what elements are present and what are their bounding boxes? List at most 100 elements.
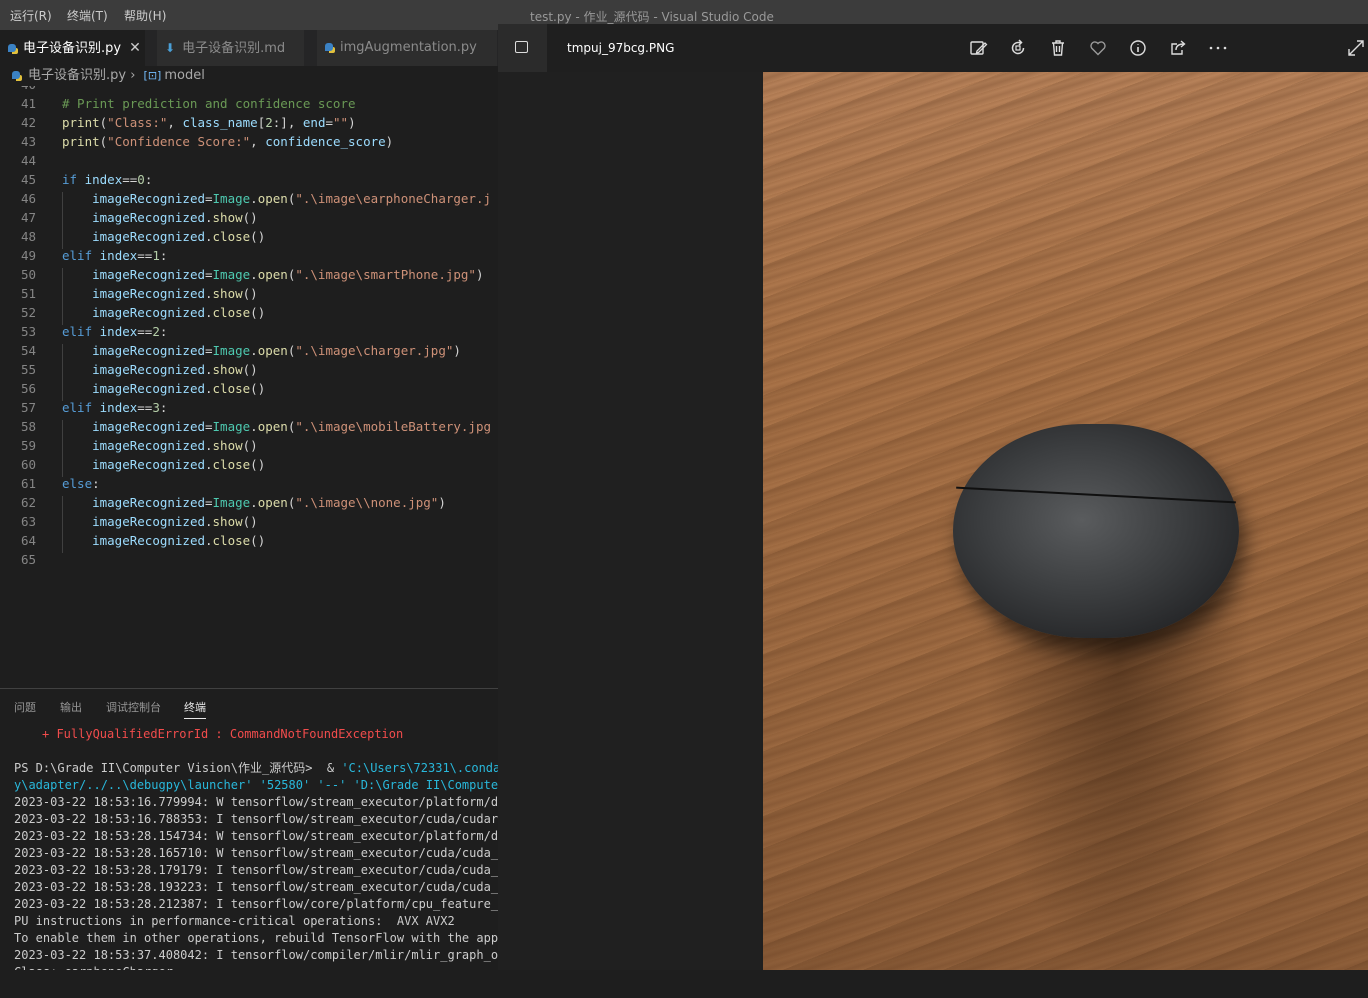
code-text: imageRecognized.close() <box>92 381 266 396</box>
line-number: 58 <box>20 419 36 434</box>
code-line[interactable]: 62 imageRecognized=Image.open(".\image\\… <box>0 493 498 512</box>
code-text: imageRecognized=Image.open(".\image\\non… <box>92 495 446 510</box>
code-line[interactable]: 63 imageRecognized.show() <box>0 512 498 531</box>
image-gallery-icon <box>515 41 528 53</box>
python-file-icon <box>12 71 20 79</box>
code-text: imageRecognized=Image.open(".\image\char… <box>92 343 461 358</box>
code-line[interactable]: 52 imageRecognized.close() <box>0 303 498 322</box>
bottom-panel: 问题 输出 调试控制台 终端 + FullyQualifiedErrorId :… <box>0 688 498 998</box>
code-editor[interactable]: 40 41 # Print prediction and confidence sc… <box>0 86 498 686</box>
code-text: imageRecognized.show() <box>92 362 258 377</box>
code-text: else: <box>62 476 100 491</box>
tab-debug-console[interactable]: 调试控制台 <box>106 699 161 715</box>
code-line[interactable]: 40 <box>0 86 498 94</box>
code-text: imageRecognized=Image.open(".\image\smar… <box>92 267 484 282</box>
tab-electronic-device-py[interactable]: 电子设备识别.py ✕ <box>0 30 146 66</box>
menu-help[interactable]: 帮助(H) <box>124 7 166 24</box>
tab-img-augmentation[interactable]: imgAugmentation.py <box>317 30 498 66</box>
tab-output[interactable]: 输出 <box>60 699 82 715</box>
delete-icon[interactable] <box>1048 38 1068 58</box>
code-line[interactable]: 42 print("Class:", class_name[2:], end=""… <box>0 113 498 132</box>
code-line[interactable]: 49 elif index==1: <box>0 246 498 265</box>
code-line[interactable]: 46 imageRecognized=Image.open(".\image\e… <box>0 189 498 208</box>
menu-run[interactable]: 运行(R) <box>10 7 52 24</box>
code-line[interactable]: 55 imageRecognized.show() <box>0 360 498 379</box>
gallery-button[interactable] <box>498 24 547 72</box>
code-line[interactable]: 48 imageRecognized.close() <box>0 227 498 246</box>
tab-terminal[interactable]: 终端 <box>184 699 206 719</box>
line-number: 47 <box>20 210 36 225</box>
edit-image-icon[interactable] <box>968 38 988 58</box>
code-line[interactable]: 53 elif index==2: <box>0 322 498 341</box>
more-options-icon[interactable] <box>1208 38 1228 58</box>
breadcrumb-symbol[interactable]: model <box>164 68 204 83</box>
code-line[interactable]: 45 if index==0: <box>0 170 498 189</box>
code-text: imageRecognized.show() <box>92 286 258 301</box>
code-text: imageRecognized.show() <box>92 514 258 529</box>
code-line[interactable]: 54 imageRecognized=Image.open(".\image\c… <box>0 341 498 360</box>
terminal-output-line: 2023-03-22 18:53:37.408042: I tensorflow… <box>14 948 498 962</box>
code-line[interactable]: 43 print("Confidence Score:", confidence_… <box>0 132 498 151</box>
info-icon[interactable] <box>1128 38 1148 58</box>
tab-label: 电子设备识别.py <box>23 41 122 56</box>
tab-problems[interactable]: 问题 <box>14 699 36 715</box>
line-number: 49 <box>20 248 36 263</box>
line-number: 59 <box>20 438 36 453</box>
photos-toolbar: tmpuj_97bcg.PNG <box>498 24 1368 72</box>
terminal-continuation-line: y\adapter/../..\debugpy\launcher' '52580… <box>14 778 498 792</box>
rotate-icon[interactable] <box>1008 38 1028 58</box>
code-text: imageRecognized.close() <box>92 533 266 548</box>
code-line[interactable]: 61 else: <box>0 474 498 493</box>
share-icon[interactable] <box>1168 38 1188 58</box>
code-line[interactable]: 58 imageRecognized=Image.open(".\image\m… <box>0 417 498 436</box>
code-text: imageRecognized.close() <box>92 229 266 244</box>
code-line[interactable]: 65 <box>0 550 498 569</box>
line-number: 42 <box>20 115 36 130</box>
code-line[interactable]: 50 imageRecognized=Image.open(".\image\s… <box>0 265 498 284</box>
line-number: 44 <box>20 153 36 168</box>
code-text: print("Confidence Score:", confidence_sc… <box>62 134 394 149</box>
fullscreen-icon[interactable] <box>1346 38 1366 58</box>
code-line[interactable]: 41 # Print prediction and confidence scor… <box>0 94 498 113</box>
line-number: 65 <box>20 552 36 567</box>
bottom-strip <box>0 970 1368 998</box>
line-number: 43 <box>20 134 36 149</box>
code-line[interactable]: 44 <box>0 151 498 170</box>
breadcrumb: 电子设备识别.py › [⊡] model <box>0 66 498 86</box>
tab-electronic-device-md[interactable]: ⬇ 电子设备识别.md <box>157 30 305 66</box>
line-number: 48 <box>20 229 36 244</box>
line-number: 64 <box>20 533 36 548</box>
tab-label: 电子设备识别.md <box>182 41 286 56</box>
code-line[interactable]: 51 imageRecognized.show() <box>0 284 498 303</box>
line-number: 45 <box>20 172 36 187</box>
earphone-charger-case <box>953 424 1239 638</box>
code-text: if index==0: <box>62 172 153 187</box>
code-line[interactable]: 56 imageRecognized.close() <box>0 379 498 398</box>
line-number: 61 <box>20 476 36 491</box>
terminal-output-line: 2023-03-22 18:53:16.779994: W tensorflow… <box>14 795 498 809</box>
code-text: elif index==1: <box>62 248 168 263</box>
terminal-output-line: PU instructions in performance-critical … <box>14 914 455 928</box>
line-number: 55 <box>20 362 36 377</box>
terminal-output-line: 2023-03-22 18:53:28.212387: I tensorflow… <box>14 897 498 911</box>
code-text: imageRecognized.close() <box>92 457 266 472</box>
code-line[interactable]: 60 imageRecognized.close() <box>0 455 498 474</box>
code-text: imageRecognized.close() <box>92 305 266 320</box>
displayed-photo[interactable] <box>763 72 1368 970</box>
terminal-prompt: PS D:\Grade II\Computer Vision\作业_源代码> & <box>14 761 342 775</box>
code-line[interactable]: 64 imageRecognized.close() <box>0 531 498 550</box>
python-file-icon <box>325 43 333 51</box>
code-line[interactable]: 47 imageRecognized.show() <box>0 208 498 227</box>
terminal-output-line: 2023-03-22 18:53:28.179179: I tensorflow… <box>14 863 498 877</box>
code-line[interactable]: 57 elif index==3: <box>0 398 498 417</box>
line-number: 63 <box>20 514 36 529</box>
markdown-file-icon: ⬇ <box>165 41 176 55</box>
favorite-heart-icon[interactable] <box>1088 38 1108 58</box>
terminal-output-line: 2023-03-22 18:53:28.165710: W tensorflow… <box>14 846 498 860</box>
line-number: 51 <box>20 286 36 301</box>
code-line[interactable]: 59 imageRecognized.show() <box>0 436 498 455</box>
close-icon[interactable]: ✕ <box>129 30 141 66</box>
menu-terminal[interactable]: 终端(T) <box>67 7 108 24</box>
breadcrumb-file[interactable]: 电子设备识别.py <box>28 68 126 83</box>
code-text: print("Class:", class_name[2:], end="") <box>62 115 356 130</box>
